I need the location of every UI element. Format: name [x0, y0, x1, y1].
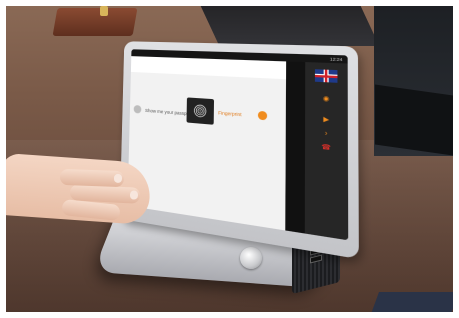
phone-icon[interactable]: ☎: [321, 144, 330, 152]
fingerprint-icon: [193, 103, 208, 119]
device-home-button[interactable]: [240, 247, 262, 269]
usb-port: [310, 254, 322, 264]
finger: [59, 168, 125, 188]
record-button[interactable]: [257, 110, 268, 121]
status-time: 12:24: [329, 56, 343, 63]
prompt-avatar-icon: [133, 104, 142, 114]
background-wood-block: [52, 8, 138, 36]
background-brass-knob: [100, 6, 108, 16]
fingernail: [129, 190, 139, 200]
sidebar: ◉ ▶ › ☎: [304, 62, 349, 241]
speaker-icon[interactable]: ◉: [323, 96, 330, 103]
background-card: [370, 292, 459, 314]
background-monitor-base: [375, 84, 453, 156]
fingerprint-box: [186, 97, 215, 125]
photo-scene: 12:24 Show me your passport please Finge…: [0, 0, 459, 318]
uk-flag-icon[interactable]: [314, 69, 338, 83]
device-screen: 12:24 Show me your passport please Finge…: [127, 49, 349, 241]
chevron-icon[interactable]: ›: [325, 131, 328, 138]
play-icon[interactable]: ▶: [323, 117, 329, 124]
app-area: Show me your passport please Fingerprint: [127, 56, 287, 231]
fingernail: [113, 173, 123, 184]
background-dark-object: [200, 6, 380, 46]
